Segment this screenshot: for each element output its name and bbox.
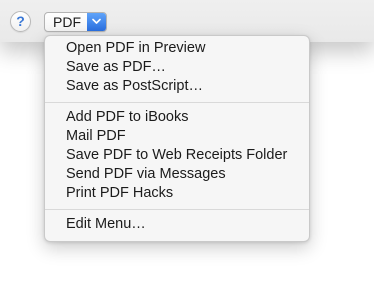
- help-button[interactable]: ?: [10, 11, 31, 32]
- menu-item-edit-menu[interactable]: Edit Menu…: [45, 215, 309, 234]
- menu-separator: [45, 102, 309, 103]
- menu-item-mail-pdf[interactable]: Mail PDF: [45, 127, 309, 146]
- chevron-down-icon[interactable]: [87, 13, 106, 31]
- menu-item-save-as-postscript[interactable]: Save as PostScript…: [45, 77, 309, 96]
- menu-item-save-as-pdf[interactable]: Save as PDF…: [45, 58, 309, 77]
- menu-item-print-pdf-hacks[interactable]: Print PDF Hacks: [45, 184, 309, 203]
- menu-item-save-pdf-to-web-receipts-folder[interactable]: Save PDF to Web Receipts Folder: [45, 146, 309, 165]
- pdf-menu-button[interactable]: PDF: [44, 12, 107, 32]
- menu-item-add-pdf-to-ibooks[interactable]: Add PDF to iBooks: [45, 108, 309, 127]
- menu-separator: [45, 209, 309, 210]
- menu-item-open-pdf-in-preview[interactable]: Open PDF in Preview: [45, 39, 309, 58]
- pdf-button-label: PDF: [53, 14, 81, 30]
- menu-item-send-pdf-via-messages[interactable]: Send PDF via Messages: [45, 165, 309, 184]
- pdf-dropdown-menu: Open PDF in Preview Save as PDF… Save as…: [44, 35, 310, 242]
